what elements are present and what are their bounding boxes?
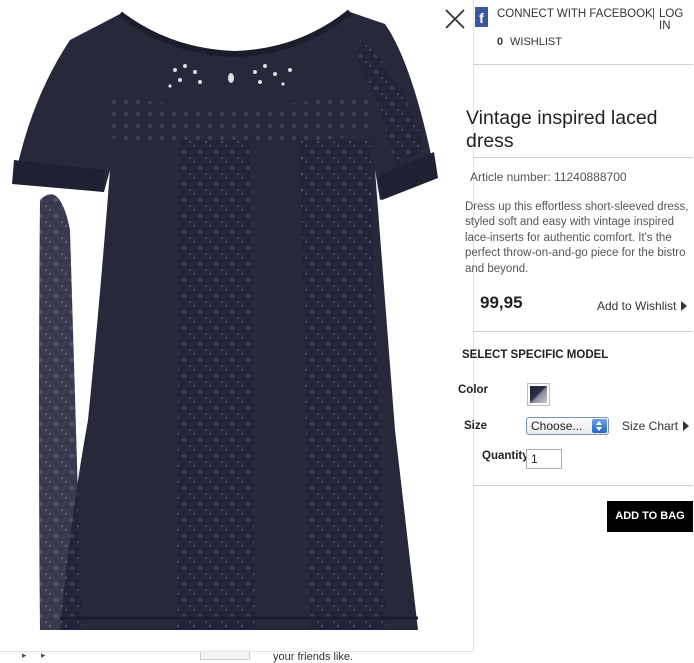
article-number: Article number: 11240888700 (470, 170, 627, 184)
size-label: Size (464, 420, 488, 432)
close-button[interactable] (444, 8, 466, 30)
connect-facebook-link[interactable]: CONNECT WITH FACEBOOK (497, 8, 653, 20)
product-title: Vintage inspired laced dress (466, 107, 658, 152)
color-swatch-navy[interactable] (527, 383, 550, 406)
product-image (0, 0, 474, 652)
navy-lace-dress-image (12, 9, 438, 631)
size-select-value: Choose... (531, 419, 583, 433)
quantity-input[interactable] (526, 449, 562, 469)
login-link[interactable]: LOG IN (659, 8, 694, 32)
color-label: Color (458, 384, 489, 396)
wishlist-link[interactable]: WISHLIST (510, 36, 562, 48)
close-icon (445, 9, 465, 29)
product-details-panel: f CONNECT WITH FACEBOOK | LOG IN 0 WISHL… (458, 0, 694, 652)
divider (474, 485, 693, 486)
size-select[interactable]: Choose... (526, 417, 609, 435)
divider (474, 157, 693, 158)
product-price: 99,95 (480, 293, 523, 312)
background-text: your friends like. (273, 651, 354, 663)
color-swatch-fill (530, 386, 547, 403)
select-model-heading: SELECT SPECIFIC MODEL (462, 349, 609, 361)
divider (474, 331, 693, 332)
add-to-wishlist-label: Add to Wishlist (597, 299, 677, 313)
size-chart-label: Size Chart (622, 419, 679, 433)
login-separator: | (652, 8, 655, 20)
select-stepper-icon (592, 419, 607, 433)
product-quickview-modal: f CONNECT WITH FACEBOOK | LOG IN 0 WISHL… (0, 0, 694, 652)
wishlist-count: 0 (497, 36, 504, 48)
add-to-wishlist-button[interactable]: Add to Wishlist (597, 299, 688, 313)
add-to-bag-button[interactable]: ADD TO BAG (607, 501, 693, 532)
size-chart-link[interactable]: Size Chart (622, 419, 690, 433)
quantity-label: Quantity (482, 450, 529, 462)
arrow-right-icon (681, 301, 688, 311)
divider (474, 64, 693, 65)
arrow-right-icon (683, 421, 690, 431)
product-description: Dress up this effortless short-sleeved d… (465, 201, 689, 275)
facebook-icon[interactable]: f (475, 7, 488, 27)
